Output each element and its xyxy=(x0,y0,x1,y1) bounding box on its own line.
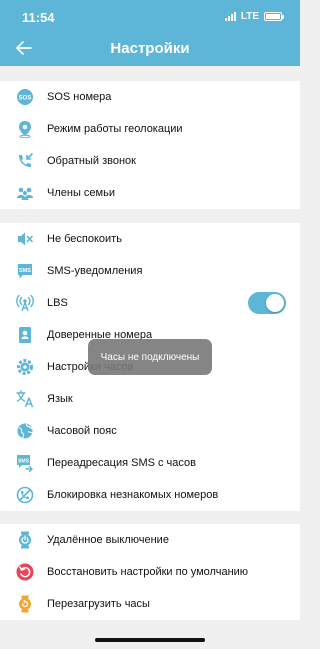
restart-watch-icon xyxy=(16,595,34,613)
section-main: SOS SOS номера Режим работы геолокации О… xyxy=(0,81,300,209)
settings-item-label: Часовой пояс xyxy=(47,425,117,437)
settings-item-label: Язык xyxy=(47,393,73,405)
settings-item-callback[interactable]: Обратный звонок xyxy=(0,145,300,177)
settings-item-label: Удалённое выключение xyxy=(47,534,169,546)
settings-item-label: Режим работы геолокации xyxy=(47,123,183,135)
settings-item-geolocation[interactable]: Режим работы геолокации xyxy=(0,113,300,145)
family-icon xyxy=(16,184,34,202)
mute-icon xyxy=(16,230,34,248)
settings-item-label: Члены семьи xyxy=(47,187,115,199)
settings-item-factory-reset[interactable]: Восстановить настройки по умолчанию xyxy=(0,556,300,588)
globe-icon xyxy=(16,422,34,440)
settings-item-block-unknown[interactable]: Блокировка незнакомых номеров xyxy=(0,479,300,511)
svg-text:SOS: SOS xyxy=(19,96,32,102)
svg-text:SMS: SMS xyxy=(18,459,30,465)
language-icon xyxy=(16,390,34,408)
status-bar: 11:54 LTE xyxy=(0,0,300,30)
battery-icon xyxy=(264,12,284,21)
watch-settings-icon xyxy=(16,358,34,376)
status-time: 11:54 xyxy=(22,10,55,25)
settings-item-sos[interactable]: SOS SOS номера xyxy=(0,81,300,113)
settings-item-label: Не беспокоить xyxy=(47,233,122,245)
reset-icon xyxy=(16,563,34,581)
settings-item-sms-forwarding[interactable]: SMS Переадресация SMS с часов xyxy=(0,447,300,479)
settings-item-label: SMS-уведомления xyxy=(47,265,143,277)
location-icon xyxy=(16,120,34,139)
power-icon xyxy=(16,531,34,549)
app-header: 11:54 LTE Настройки xyxy=(0,0,300,66)
lbs-toggle[interactable] xyxy=(248,292,286,314)
settings-item-label: Восстановить настройки по умолчанию xyxy=(47,566,249,578)
settings-item-label: SOS номера xyxy=(47,91,112,103)
settings-item-lbs[interactable]: LBS xyxy=(0,287,300,319)
signal-icon xyxy=(224,12,236,21)
sms-icon: SMS xyxy=(16,262,34,280)
settings-item-family[interactable]: Члены семьи xyxy=(0,177,300,209)
sos-icon: SOS xyxy=(16,88,34,106)
settings-item-timezone[interactable]: Часовой пояс xyxy=(0,415,300,447)
svg-text:SMS: SMS xyxy=(19,268,31,274)
page-title: Настройки xyxy=(110,40,190,57)
toggle-knob xyxy=(266,294,284,312)
settings-item-label: Блокировка незнакомых номеров xyxy=(47,489,219,501)
toast-message: Часы не подключены xyxy=(88,339,212,375)
antenna-icon xyxy=(16,294,34,312)
settings-item-label: Переадресация SMS с часов xyxy=(47,457,196,469)
callback-icon xyxy=(16,152,34,170)
settings-item-do-not-disturb[interactable]: Не беспокоить xyxy=(0,223,300,255)
toast-text: Часы не подключены xyxy=(100,351,200,363)
sms-forward-icon: SMS xyxy=(16,454,34,473)
settings-item-language[interactable]: Язык xyxy=(0,383,300,415)
status-indicators: LTE xyxy=(224,11,284,22)
settings-item-restart-watch[interactable]: Перезагрузить часы xyxy=(0,588,300,620)
block-call-icon xyxy=(16,486,34,504)
section-power: Удалённое выключение Восстановить настро… xyxy=(0,524,300,620)
home-indicator[interactable] xyxy=(95,638,205,642)
network-label: LTE xyxy=(240,11,259,22)
settings-item-remote-shutdown[interactable]: Удалённое выключение xyxy=(0,524,300,556)
settings-item-sms-notifications[interactable]: SMS SMS-уведомления xyxy=(0,255,300,287)
settings-item-label: Перезагрузить часы xyxy=(47,598,150,610)
settings-item-label: LBS xyxy=(47,297,68,309)
contacts-icon xyxy=(16,326,34,344)
settings-item-label: Обратный звонок xyxy=(47,155,136,167)
